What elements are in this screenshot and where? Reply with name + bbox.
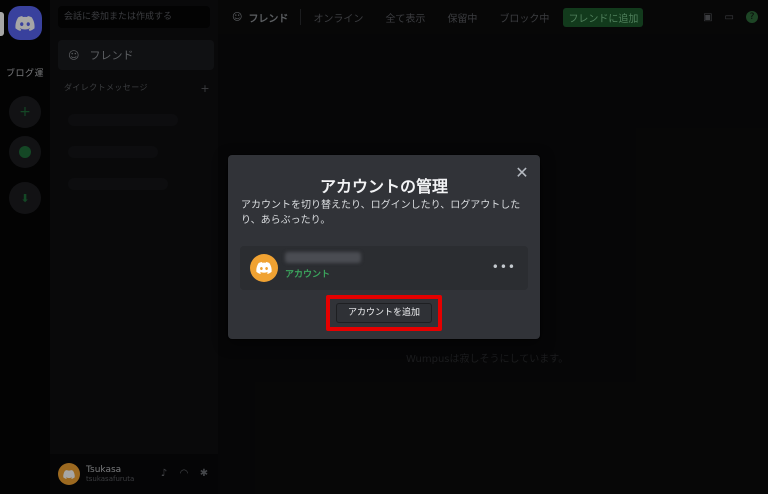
modal-description: アカウントを切り替えたり、ログインしたり、ログアウトしたり、あらぶったり。 [241,200,521,226]
discord-logo-icon [256,262,272,274]
modal-title: アカウントの管理 [319,177,448,196]
more-options-icon[interactable]: ••• [492,260,516,274]
add-account-button[interactable]: アカウントを追加 [336,303,432,323]
account-avatar [250,254,278,282]
account-status: アカウント [285,270,331,280]
account-card[interactable]: アカウント ••• [240,246,528,290]
account-name-redacted [285,252,361,263]
discord-app: ブログ運 + ⬇ 会話に参加または作成する ☺ フレンド ダイレクトメッセージ … [0,0,768,494]
close-icon[interactable]: ✕ [514,165,530,181]
manage-accounts-modal: アカウントの管理 ✕ アカウントを切り替えたり、ログインしたり、ログアウトしたり… [228,155,540,339]
